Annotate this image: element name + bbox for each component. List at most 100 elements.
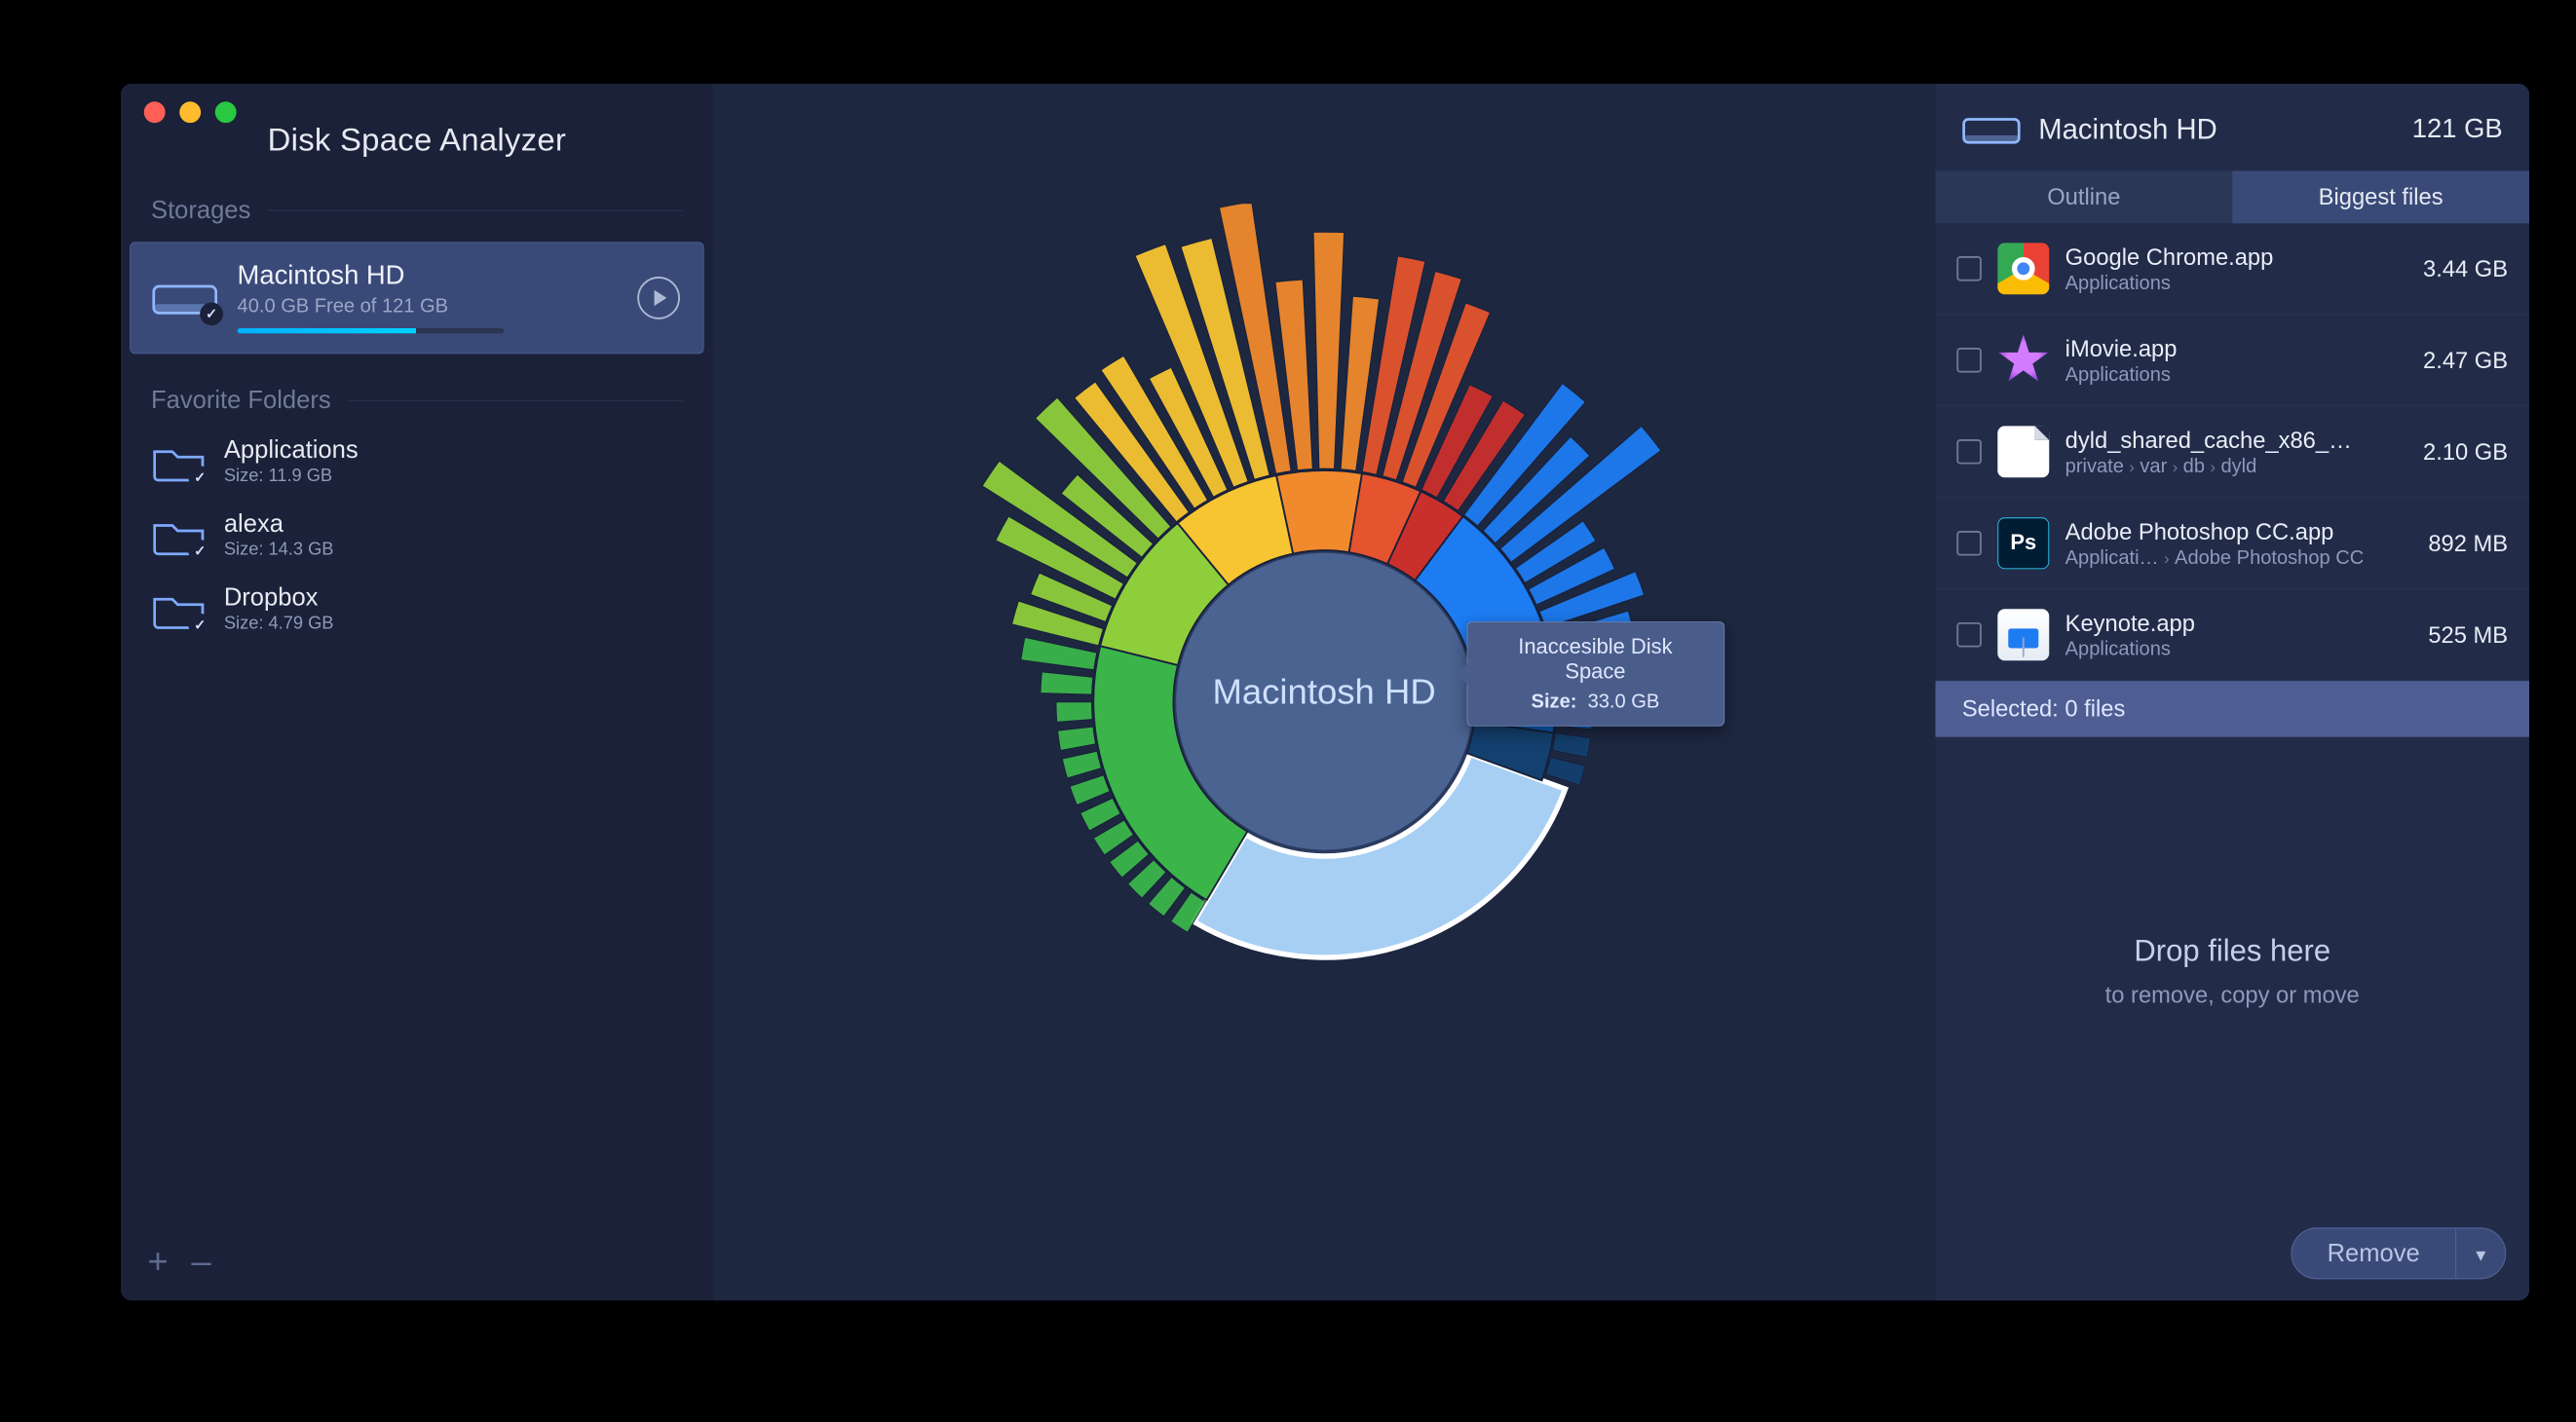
- storage-usage-fill: [238, 328, 416, 333]
- file-size: 3.44 GB: [2423, 255, 2508, 282]
- storages-label-text: Storages: [151, 196, 250, 224]
- file-row[interactable]: dyld_shared_cache_x86_… private›var›db›d…: [1935, 406, 2529, 498]
- sidebar-footer: + –: [121, 1222, 713, 1300]
- file-row[interactable]: Keynote.app Applications 525 MB: [1935, 589, 2529, 681]
- remove-button-dropdown[interactable]: [2455, 1228, 2505, 1278]
- file-checkbox[interactable]: [1956, 256, 1982, 281]
- sidebar: Disk Space Analyzer Storages Macintosh H…: [121, 84, 713, 1300]
- file-path: Applicati…›Adobe Photoshop CC: [2065, 545, 2386, 569]
- storages-section-label: Storages: [121, 185, 713, 237]
- remove-button[interactable]: Remove: [2291, 1227, 2506, 1279]
- drop-zone[interactable]: Drop files here to remove, copy or move: [1935, 737, 2529, 1207]
- file-path: Applications: [2065, 271, 2386, 294]
- disk-icon: [152, 274, 218, 319]
- selected-count-bar: Selected: 0 files: [1935, 681, 2529, 736]
- file-size: 525 MB: [2428, 621, 2508, 649]
- favorite-text: alexa Size: 14.3 GB: [224, 509, 334, 560]
- file-info: iMovie.app Applications: [2065, 335, 2407, 386]
- fullscreen-window-button[interactable]: [215, 101, 237, 123]
- check-badge-icon: [188, 613, 211, 636]
- tooltip-title: Inaccesible Disk Space: [1487, 634, 1704, 684]
- scan-button[interactable]: [637, 277, 680, 319]
- favorite-name: Dropbox: [224, 583, 334, 612]
- favorite-folder-item[interactable]: alexa Size: 14.3 GB: [121, 501, 713, 575]
- file-name: Google Chrome.app: [2065, 243, 2376, 271]
- tab-biggest-files[interactable]: Biggest files: [2232, 170, 2529, 223]
- favorite-size: Size: 4.79 GB: [224, 614, 334, 634]
- favorite-folder-item[interactable]: Dropbox Size: 4.79 GB: [121, 575, 713, 649]
- window-controls: [144, 101, 237, 123]
- file-checkbox[interactable]: [1956, 531, 1982, 556]
- file-checkbox[interactable]: [1956, 622, 1982, 648]
- chart-area: Macintosh HD Inaccesible Disk Space Size…: [713, 84, 1936, 1300]
- check-badge-icon: [188, 540, 211, 563]
- file-path: Applications: [2065, 362, 2386, 386]
- add-favorite-button[interactable]: +: [147, 1244, 168, 1280]
- favorite-folder-item[interactable]: Applications Size: 11.9 GB: [121, 427, 713, 501]
- file-name: dyld_shared_cache_x86_…: [2065, 427, 2376, 454]
- keynote-icon: [1997, 609, 2049, 660]
- right-header: Macintosh HD 121 GB: [1935, 84, 2529, 170]
- tab-outline[interactable]: Outline: [1935, 170, 2232, 223]
- remove-button-label: Remove: [2292, 1228, 2455, 1278]
- storage-usage-bar: [238, 328, 505, 333]
- file-info: dyld_shared_cache_x86_… private›var›db›d…: [2065, 427, 2407, 477]
- chart-tooltip: Inaccesible Disk Space Size: 33.0 GB: [1466, 621, 1724, 727]
- file-size: 892 MB: [2428, 530, 2508, 557]
- imovie-icon: [1997, 334, 2049, 386]
- file-info: Google Chrome.app Applications: [2065, 243, 2407, 294]
- check-badge-icon: [188, 466, 211, 489]
- drop-zone-title: Drop files here: [2134, 934, 2330, 969]
- folder-icon: [151, 512, 207, 557]
- storage-item-macintosh-hd[interactable]: Macintosh HD 40.0 GB Free of 121 GB: [130, 242, 703, 354]
- remove-favorite-button[interactable]: –: [191, 1244, 210, 1280]
- file-row[interactable]: iMovie.app Applications 2.47 GB: [1935, 315, 2529, 406]
- file-path: private›var›db›dyld: [2065, 454, 2386, 477]
- file-name: Adobe Photoshop CC.app: [2065, 518, 2376, 545]
- storage-subtitle: 40.0 GB Free of 121 GB: [238, 294, 505, 318]
- tooltip-size: Size: 33.0 GB: [1487, 690, 1704, 713]
- storage-text: Macintosh HD 40.0 GB Free of 121 GB: [238, 261, 505, 334]
- divider: [347, 399, 683, 400]
- file-info: Adobe Photoshop CC.app Applicati…›Adobe …: [2065, 518, 2412, 569]
- minimize-window-button[interactable]: [179, 101, 201, 123]
- favorites-list: Applications Size: 11.9 GB alexa Size: 1…: [121, 427, 713, 648]
- drop-zone-subtitle: to remove, copy or move: [2105, 982, 2360, 1009]
- tooltip-size-prefix: Size:: [1532, 690, 1577, 712]
- favorite-name: alexa: [224, 509, 334, 538]
- close-window-button[interactable]: [144, 101, 166, 123]
- tooltip-size-value: 33.0 GB: [1588, 690, 1660, 712]
- right-disk-size: 121 GB: [2412, 114, 2503, 144]
- favorite-size: Size: 11.9 GB: [224, 466, 359, 486]
- right-panel: Macintosh HD 121 GB Outline Biggest file…: [1935, 84, 2529, 1300]
- favorite-text: Dropbox Size: 4.79 GB: [224, 583, 334, 634]
- folder-icon: [151, 586, 207, 631]
- app-window: Disk Space Analyzer Storages Macintosh H…: [121, 84, 2529, 1300]
- file-row[interactable]: Ps Adobe Photoshop CC.app Applicati…›Ado…: [1935, 498, 2529, 589]
- check-badge-icon: [200, 302, 223, 325]
- right-footer: Remove: [1935, 1207, 2529, 1301]
- storage-name: Macintosh HD: [238, 261, 505, 291]
- folder-icon: [151, 439, 207, 484]
- file-info: Keynote.app Applications: [2065, 610, 2412, 660]
- file-icon: [1997, 426, 2049, 477]
- ps-icon: Ps: [1997, 517, 2049, 569]
- favorites-section-label: Favorite Folders: [121, 375, 713, 427]
- file-name: iMovie.app: [2065, 335, 2376, 362]
- file-path: Applications: [2065, 637, 2386, 660]
- file-checkbox[interactable]: [1956, 439, 1982, 465]
- disk-icon: [1962, 109, 2021, 150]
- file-size: 2.10 GB: [2423, 438, 2508, 466]
- favorite-name: Applications: [224, 435, 359, 464]
- tabs: Outline Biggest files: [1935, 170, 2529, 223]
- file-size: 2.47 GB: [2423, 347, 2508, 374]
- file-list: Google Chrome.app Applications 3.44 GB i…: [1935, 223, 2529, 681]
- favorite-text: Applications Size: 11.9 GB: [224, 435, 359, 486]
- favorites-label-text: Favorite Folders: [151, 386, 331, 414]
- sunburst-chart[interactable]: Macintosh HD Inaccesible Disk Space Size…: [924, 204, 1724, 1181]
- file-row[interactable]: Google Chrome.app Applications 3.44 GB: [1935, 223, 2529, 315]
- chrome-icon: [1997, 243, 2049, 294]
- favorite-size: Size: 14.3 GB: [224, 540, 334, 560]
- file-name: Keynote.app: [2065, 610, 2376, 637]
- file-checkbox[interactable]: [1956, 348, 1982, 373]
